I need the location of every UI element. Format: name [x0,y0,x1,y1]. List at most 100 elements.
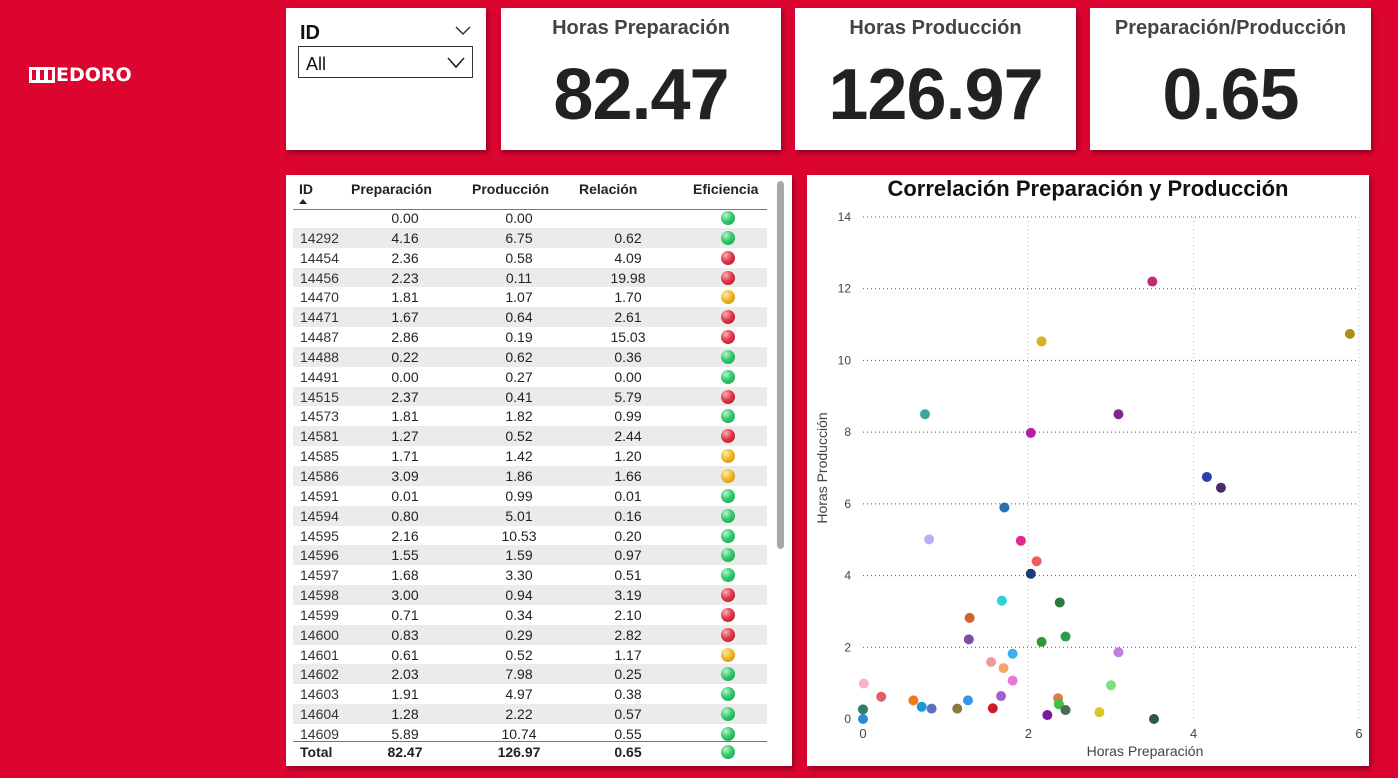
cell-preparacion: 0.80 [391,507,419,524]
table-row[interactable]: 14573 1.81 1.82 0.99 [293,406,767,426]
table-row[interactable]: 14603 1.91 4.97 0.38 [293,684,767,704]
scatter-chart[interactable]: 0 2 4 6 8 10 12 14 0 2 4 6 Horas Preparación Horas Pr… [807,175,1369,766]
chevron-down-icon[interactable] [455,24,471,36]
scatter-point[interactable] [1106,680,1116,691]
table-row[interactable]: 14515 2.37 0.41 5.79 [293,386,767,407]
cell-preparacion: 2.16 [391,527,419,544]
cell-produccion: 1.42 [505,448,533,465]
table-row[interactable]: 14585 1.71 1.42 1.20 [293,446,767,466]
scatter-point[interactable] [920,409,930,420]
scatter-point[interactable] [1015,535,1026,546]
column-header-produccion[interactable]: Producción [472,181,549,197]
efficiency-indicator [721,647,735,662]
scatter-point[interactable] [1060,705,1071,716]
scatter-point[interactable] [1201,471,1212,482]
cell-relacion: 3.19 [614,587,642,604]
scatter-point[interactable] [999,502,1010,513]
scatter-point[interactable] [1036,636,1047,647]
scatter-point[interactable] [962,695,973,706]
table-row[interactable]: 14470 1.81 1.07 1.70 [293,287,767,307]
table-row[interactable]: 14292 4.16 6.75 0.62 [293,227,767,248]
scatter-point[interactable] [926,703,937,714]
scatter-point[interactable] [924,534,935,545]
table-row[interactable]: 14456 2.23 0.11 19.98 [293,267,767,288]
scatter-point[interactable] [996,595,1007,606]
scatter-point[interactable] [996,691,1007,702]
scatter-point[interactable] [1148,714,1159,724]
cell-id: 14456 [300,269,339,286]
cell-relacion: 2.10 [614,606,642,623]
efficiency-indicator [721,349,735,364]
scatter-point[interactable] [858,714,868,724]
column-header-id[interactable]: ID [299,181,313,197]
column-header-relacion[interactable]: Relación [579,181,637,197]
table-row[interactable]: 14581 1.27 0.52 2.44 [293,426,767,447]
cell-preparacion: 0.00 [391,210,419,226]
cell-id: 14488 [300,348,339,365]
scatter-point[interactable] [1025,427,1036,438]
y-tick-label: 2 [844,640,851,654]
cell-id: 14603 [300,686,339,703]
table-row[interactable]: 14599 0.71 0.34 2.10 [293,605,767,625]
cell-preparacion: 2.23 [391,269,419,286]
scatter-point[interactable] [858,704,868,715]
table-row[interactable]: 14471 1.67 0.64 2.61 [293,307,767,328]
table-row[interactable]: 14491 0.00 0.27 0.00 [293,367,767,387]
id-slicer[interactable]: ID All [286,8,486,150]
scatter-point[interactable] [1036,336,1047,347]
efficiency-indicator [721,230,735,245]
scatter-point[interactable] [1007,675,1018,686]
table-row[interactable]: 0.00 0.00 [293,208,767,228]
table-row[interactable]: 14598 3.00 0.94 3.19 [293,585,767,605]
table-row[interactable]: 14594 0.80 5.01 0.16 [293,505,767,526]
scatter-point[interactable] [1215,482,1226,493]
x-tick-label: 0 [859,726,866,741]
table-row[interactable]: 14591 0.01 0.99 0.01 [293,486,767,506]
scatter-point[interactable] [1054,597,1065,608]
scatter-point[interactable] [1042,710,1053,721]
scatter-point[interactable] [1094,707,1105,718]
scatter-point[interactable] [1007,648,1018,659]
table-row[interactable]: 14454 2.36 0.58 4.09 [293,248,767,268]
scatter-point[interactable] [908,695,919,706]
cell-produccion: 0.11 [505,269,533,286]
table-row[interactable]: 14488 0.22 0.62 0.36 [293,346,767,367]
scatter-point[interactable] [1113,409,1124,420]
cell-relacion: 0.57 [614,706,642,723]
cell-produccion: 0.64 [505,309,533,326]
scatter-point[interactable] [998,663,1009,674]
scatter-point[interactable] [1060,631,1071,642]
table-row[interactable]: 14602 2.03 7.98 0.25 [293,664,767,685]
scatter-point[interactable] [916,701,927,712]
scatter-point[interactable] [964,612,975,623]
scatter-point[interactable] [1031,556,1042,567]
dropdown-chevron-icon[interactable] [447,56,465,69]
table-row[interactable]: 14595 2.16 10.53 0.20 [293,526,767,546]
table-scrollbar[interactable] [777,181,784,549]
column-header-eficiencia[interactable]: Eficiencia [693,181,758,197]
cell-produccion: 0.99 [505,487,533,504]
cell-preparacion: 1.27 [391,428,419,445]
scatter-point[interactable] [963,634,974,645]
table-row[interactable]: 14604 1.28 2.22 0.57 [293,704,767,724]
scatter-point[interactable] [858,678,869,689]
scatter-point[interactable] [1025,568,1036,579]
column-header-preparacion[interactable]: Preparación [351,181,432,197]
table-row[interactable]: 14487 2.86 0.19 15.03 [293,327,767,347]
scatter-point[interactable] [986,656,997,667]
scatter-point[interactable] [1344,328,1355,339]
scatter-point[interactable] [1147,276,1158,287]
efficiency-table[interactable]: ID Preparación Producción Relación Efici… [286,175,792,766]
table-row[interactable]: 14596 1.55 1.59 0.97 [293,545,767,566]
scatter-point[interactable] [952,703,963,714]
scatter-point[interactable] [987,703,998,714]
cell-id: 14595 [300,527,339,544]
table-row[interactable]: 14586 3.09 1.86 1.66 [293,465,767,486]
table-row[interactable]: 14597 1.68 3.30 0.51 [293,565,767,585]
id-dropdown[interactable]: All [298,46,473,78]
scatter-point[interactable] [876,691,887,702]
table-row[interactable]: 14601 0.61 0.52 1.17 [293,645,767,665]
cell-id: 14601 [300,646,339,663]
table-row[interactable]: 14600 0.83 0.29 2.82 [293,624,767,645]
scatter-point[interactable] [1113,647,1124,658]
